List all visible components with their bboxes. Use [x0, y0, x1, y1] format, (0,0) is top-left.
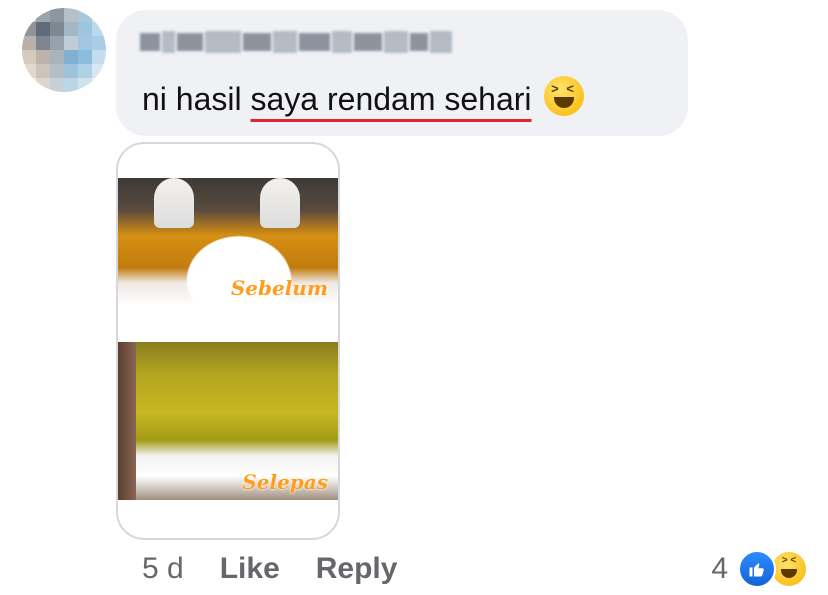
thumbs-up-icon — [749, 563, 764, 577]
image-object — [154, 178, 194, 228]
image-object — [118, 342, 136, 500]
reply-button[interactable]: Reply — [316, 552, 398, 586]
before-label: Sebelum — [230, 276, 328, 300]
reaction-summary[interactable]: 4 — [711, 550, 808, 588]
blurred-commenter-name[interactable] — [140, 28, 452, 56]
like-button[interactable]: Like — [220, 552, 280, 586]
after-image: Selepas — [118, 342, 338, 500]
comment-text-underlined: saya rendam sehari — [250, 81, 532, 117]
like-icon — [738, 550, 776, 588]
reaction-count: 4 — [711, 552, 728, 585]
comment-actions: 5 d Like Reply — [142, 552, 397, 586]
timestamp[interactable]: 5 d — [142, 552, 184, 586]
after-label: Selepas — [242, 470, 328, 494]
comment-text-prefix: ni hasil — [142, 81, 251, 117]
avatar[interactable] — [22, 8, 106, 92]
laughing-face-icon — [543, 76, 584, 116]
image-object — [260, 178, 300, 228]
comment-text: ni hasil saya rendam sehari — [142, 76, 584, 118]
comment-photo[interactable]: Sebelum Selepas — [116, 142, 340, 540]
before-image: Sebelum — [118, 178, 338, 306]
